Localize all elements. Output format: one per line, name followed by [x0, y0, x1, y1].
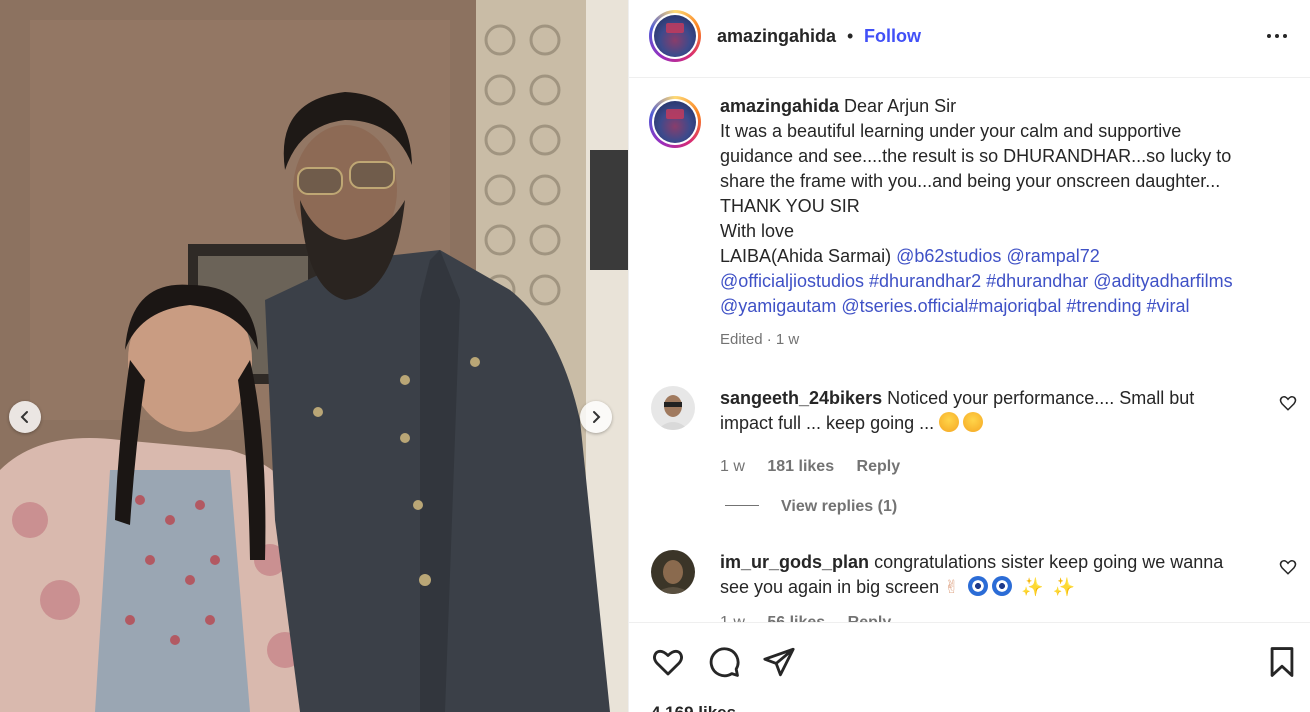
caption-signoff: LAIBA(Ahida Sarmai)	[720, 246, 897, 266]
hashtag-link[interactable]: #dhurandhar	[986, 271, 1088, 291]
previous-image-button[interactable]	[9, 401, 41, 433]
caption-text: amazingahida Dear Arjun Sir It was a bea…	[720, 94, 1290, 352]
bookmark-save-icon[interactable]	[1265, 645, 1299, 679]
comment-time[interactable]: 1 w	[720, 458, 745, 475]
edited-label: Edited	[720, 331, 763, 348]
comment-body: impact full ... keep going ...	[720, 413, 935, 433]
chevron-right-icon	[593, 411, 601, 423]
caption-line: share the frame with you...and being you…	[720, 171, 1221, 191]
smiling-face-emoji	[963, 412, 984, 432]
follow-button[interactable]: Follow	[864, 26, 921, 47]
mention-link[interactable]: @tseries.official#majoriqbal	[841, 296, 1061, 316]
hashtag-link[interactable]: #viral	[1146, 296, 1189, 316]
comment-time[interactable]: 1 w	[720, 614, 745, 622]
post-likes-count[interactable]: 4,169 likes	[651, 703, 736, 712]
comment-likes[interactable]: 181 likes	[767, 458, 834, 475]
comment-bubble-icon[interactable]	[707, 645, 741, 679]
crossed-fingers-emoji: ✌	[944, 577, 960, 597]
caption-line: It was a beautiful learning under your c…	[720, 121, 1182, 141]
comment-text: sangeeth_24bikers Noticed your performan…	[720, 386, 1260, 436]
nazar-amulet-emoji	[992, 576, 1013, 596]
author-avatar[interactable]	[649, 10, 701, 62]
mention-link[interactable]: @officialjiostudios	[720, 271, 864, 291]
smiling-face-emoji	[939, 412, 960, 432]
comment-body: Noticed your performance.... Small but	[887, 388, 1195, 408]
sparkles-emoji: ✨	[1052, 577, 1076, 597]
hashtag-link[interactable]: #trending	[1066, 296, 1141, 316]
post-actions-bar: 4,169 likes	[629, 622, 1310, 712]
post-side-panel: amazingahida • Follow amazingahida Dear …	[628, 0, 1310, 712]
caption-avatar[interactable]	[649, 96, 701, 148]
caption-line: Dear Arjun Sir	[844, 96, 957, 116]
comment-body: congratulations sister keep going we wan…	[874, 552, 1224, 572]
view-replies-label: View replies (1)	[781, 498, 898, 515]
commenter-avatar[interactable]	[651, 550, 695, 594]
caption-line: With love	[720, 221, 795, 241]
heart-icon[interactable]	[1279, 558, 1297, 576]
reply-button[interactable]: Reply	[857, 458, 901, 475]
caption-line: guidance and see....the result is so DHU…	[720, 146, 1232, 166]
like-heart-icon[interactable]	[651, 645, 685, 679]
view-replies-button[interactable]: View replies (1)	[725, 498, 897, 516]
chevron-left-icon	[20, 411, 28, 423]
mention-link[interactable]: @yamigautam	[720, 296, 836, 316]
comment-meta: 1 w 56 likes Reply	[720, 614, 909, 622]
sparkles-emoji: ✨	[1021, 577, 1044, 597]
heart-icon[interactable]	[1279, 394, 1297, 412]
caption-line: THANK YOU SIR	[720, 196, 860, 216]
caption-time[interactable]: 1 w	[776, 331, 799, 348]
reply-button[interactable]: Reply	[848, 614, 892, 622]
post-header: amazingahida • Follow	[629, 0, 1310, 78]
caption-username[interactable]: amazingahida	[720, 96, 839, 116]
mention-link[interactable]: @rampal72	[1006, 246, 1099, 266]
post-image[interactable]	[0, 0, 628, 712]
comment-meta: 1 w 181 likes Reply	[720, 458, 918, 476]
comment-text: im_ur_gods_plan congratulations sister k…	[720, 550, 1260, 600]
header-separator: •	[847, 26, 854, 46]
next-image-button[interactable]	[580, 401, 612, 433]
caption-meta: Edited · 1 w	[720, 331, 800, 348]
author-username[interactable]: amazingahida	[717, 26, 836, 47]
commenter-username[interactable]: sangeeth_24bikers	[720, 388, 882, 408]
hashtag-link[interactable]: #dhurandhar2	[869, 271, 981, 291]
mention-link[interactable]: @adityadharfilms	[1093, 271, 1232, 291]
comment-likes[interactable]: 56 likes	[767, 614, 825, 622]
commenter-avatar[interactable]	[651, 386, 695, 430]
more-options-icon[interactable]	[1265, 28, 1289, 44]
share-paper-plane-icon[interactable]	[762, 645, 796, 679]
post-photo	[0, 0, 628, 712]
nazar-amulet-emoji	[968, 576, 989, 596]
comment-body: see you again in big screen	[720, 577, 940, 597]
commenter-username[interactable]: im_ur_gods_plan	[720, 552, 869, 572]
mention-link[interactable]: @b62studios	[896, 246, 1001, 266]
replies-divider	[725, 505, 759, 506]
comments-scroll-area[interactable]: amazingahida Dear Arjun Sir It was a bea…	[629, 78, 1310, 622]
